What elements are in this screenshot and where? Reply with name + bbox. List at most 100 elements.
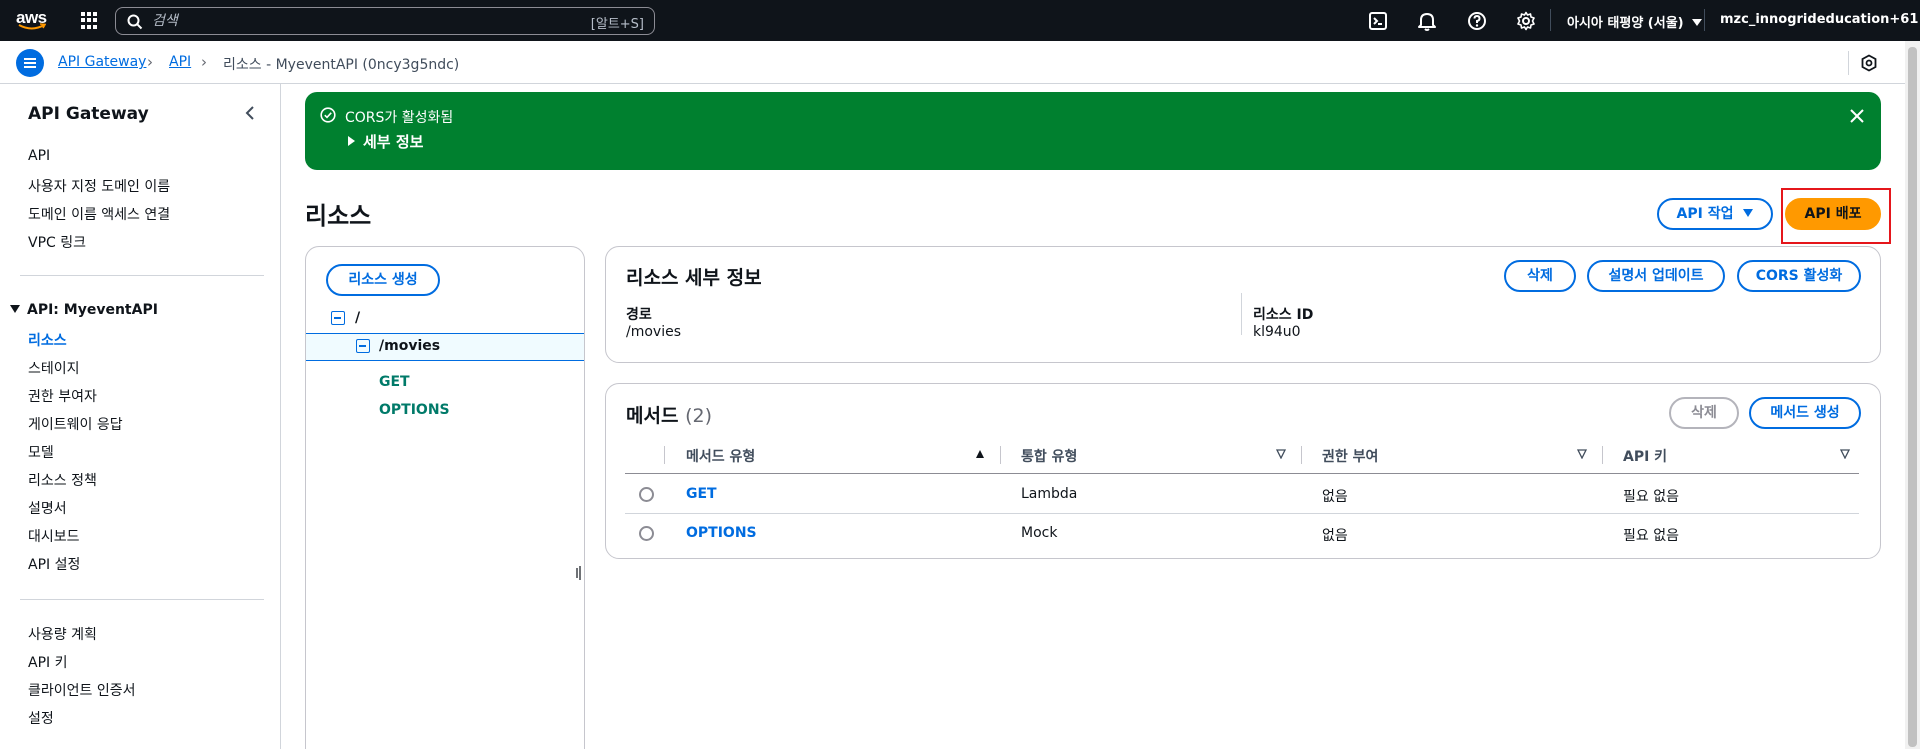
method-link-options[interactable]: OPTIONS — [686, 525, 757, 541]
sidebar-item-custom-domain[interactable]: 사용자 지정 도메인 이름 — [28, 176, 170, 196]
create-method-button[interactable]: 메서드 생성 — [1749, 397, 1861, 429]
cloudshell-icon[interactable] — [1368, 11, 1388, 31]
collapse-node-icon[interactable] — [356, 339, 370, 353]
close-icon[interactable] — [1848, 107, 1866, 125]
info-panel-icon[interactable] — [1860, 54, 1878, 72]
region-label: 아시아 태평양 (서울) — [1567, 16, 1684, 31]
table-row-divider — [625, 513, 1859, 514]
success-flash-banner: CORS가 활성화됨 세부 정보 — [305, 92, 1881, 170]
side-navigation: API Gateway API 사용자 지정 도메인 이름 도메인 이름 액세스… — [0, 84, 281, 749]
search-box[interactable]: [알트+S] — [115, 7, 655, 35]
tree-method-get[interactable]: GET — [379, 374, 410, 390]
column-header-authorization[interactable]: 권한 부여 — [1322, 446, 1378, 466]
account-label: mzc_innogrideducation+61 — [1720, 12, 1919, 27]
table-cell-api-key: 필요 없음 — [1623, 528, 1679, 544]
methods-card: 메서드 (2) 삭제 메서드 생성 — [605, 383, 1881, 559]
sidebar-api-section[interactable]: API: MyeventAPI — [10, 302, 158, 318]
sidebar-item-dashboard[interactable]: 대시보드 — [28, 526, 80, 546]
tree-node-movies[interactable]: /movies — [306, 333, 584, 361]
tree-node-root[interactable]: / — [306, 305, 584, 333]
column-separator — [1602, 446, 1603, 464]
notifications-bell-icon[interactable] — [1417, 11, 1437, 31]
page-scrollbar[interactable] — [1905, 41, 1920, 749]
delete-method-button[interactable]: 삭제 — [1669, 397, 1739, 429]
breadcrumb-api[interactable]: API — [169, 54, 191, 70]
sidebar-item-resources[interactable]: 리소스 — [28, 330, 67, 350]
table-header-divider — [625, 473, 1859, 474]
panel-resize-handle-icon[interactable] — [575, 566, 583, 580]
sidebar-item-resource-policy[interactable]: 리소스 정책 — [28, 470, 97, 490]
sidebar-section-label: API: MyeventAPI — [27, 302, 158, 318]
breadcrumb-bar: API Gateway › API › 리소스 - MyeventAPI (0n… — [0, 41, 1905, 84]
breadcrumb-api-gateway[interactable]: API Gateway — [58, 54, 146, 70]
sidebar-item-settings[interactable]: 설정 — [28, 708, 54, 728]
sidebar-item-authorizers[interactable]: 권한 부여자 — [28, 386, 97, 406]
sidebar-item-usage-plans[interactable]: 사용량 계획 — [28, 624, 97, 644]
aws-logo[interactable]: aws — [16, 8, 50, 33]
sidebar-item-api-settings[interactable]: API 설정 — [28, 554, 80, 574]
delete-resource-button[interactable]: 삭제 — [1504, 260, 1576, 292]
update-documentation-button[interactable]: 설명서 업데이트 — [1587, 260, 1725, 292]
help-icon[interactable] — [1467, 11, 1487, 31]
sidebar-item-api-keys[interactable]: API 키 — [28, 652, 67, 672]
enable-cors-button[interactable]: CORS 활성화 — [1737, 260, 1861, 292]
region-selector[interactable]: 아시아 태평양 (서울) — [1567, 12, 1702, 31]
sidebar-item-api[interactable]: API — [28, 148, 50, 164]
sidebar-title[interactable]: API Gateway — [28, 104, 149, 124]
resource-tree-panel: 리소스 생성 / /movies GET OPTIONS — [305, 246, 585, 749]
sidebar-divider — [20, 275, 264, 276]
search-input[interactable] — [152, 11, 532, 31]
table-cell-authorization: 없음 — [1322, 489, 1348, 505]
scrollbar-thumb[interactable] — [1908, 47, 1917, 747]
column-divider — [1241, 293, 1242, 335]
divider — [1848, 51, 1849, 75]
create-resource-button[interactable]: 리소스 생성 — [326, 264, 440, 296]
sidebar-item-client-certificates[interactable]: 클라이언트 인증서 — [28, 680, 136, 700]
sort-icon[interactable] — [1577, 449, 1587, 459]
sort-icon[interactable] — [1276, 449, 1286, 459]
breadcrumb-current: 리소스 - MyeventAPI (0ncy3g5ndc) — [223, 57, 460, 73]
sidebar-item-stages[interactable]: 스테이지 — [28, 358, 80, 378]
tree-method-options[interactable]: OPTIONS — [379, 402, 450, 418]
resource-id-value: kl94u0 — [1253, 324, 1301, 340]
sidebar-item-documentation[interactable]: 설명서 — [28, 498, 67, 518]
methods-title-text: 메서드 — [626, 405, 679, 427]
table-cell-integration: Mock — [1021, 525, 1058, 541]
sidebar-item-models[interactable]: 모델 — [28, 442, 54, 462]
search-shortcut-hint: [알트+S] — [590, 17, 644, 32]
page-title: 리소스 — [305, 202, 372, 230]
nav-divider — [1550, 9, 1551, 31]
services-grid-icon[interactable] — [81, 12, 98, 29]
sidebar-item-gateway-responses[interactable]: 게이트웨이 응답 — [28, 414, 123, 434]
breadcrumb-separator-icon: › — [147, 53, 153, 71]
caret-down-icon — [1743, 209, 1754, 217]
column-separator — [1301, 446, 1302, 464]
settings-gear-icon[interactable] — [1516, 11, 1536, 31]
side-menu-button[interactable] — [16, 49, 44, 77]
account-menu[interactable]: mzc_innogrideducation+61 — [1720, 12, 1920, 27]
sort-ascending-icon[interactable] — [975, 449, 985, 459]
tree-node-label: /movies — [379, 338, 441, 354]
flash-message: CORS가 활성화됨 — [345, 110, 454, 126]
deploy-api-button[interactable]: API 배포 — [1785, 198, 1881, 230]
region-caret-icon — [1691, 19, 1702, 26]
resource-details-card: 리소스 세부 정보 삭제 설명서 업데이트 CORS 활성화 경로 /movie… — [605, 246, 1881, 363]
status-success-icon — [320, 107, 336, 123]
column-header-integration-type[interactable]: 통합 유형 — [1021, 446, 1077, 466]
row-select-radio[interactable] — [639, 526, 654, 541]
flash-details-toggle[interactable]: 세부 정보 — [348, 131, 423, 152]
sidebar-item-domain-access[interactable]: 도메인 이름 액세스 연결 — [28, 204, 170, 224]
column-separator — [664, 446, 665, 464]
resource-id-label: 리소스 ID — [1253, 307, 1314, 323]
sidebar-item-vpc-link[interactable]: VPC 링크 — [28, 232, 86, 252]
row-select-radio[interactable] — [639, 487, 654, 502]
collapse-node-icon[interactable] — [331, 311, 345, 325]
tree-node-label: / — [355, 310, 361, 326]
api-actions-button[interactable]: API 작업 — [1657, 198, 1773, 230]
collapse-sidebar-icon[interactable] — [243, 104, 257, 122]
method-link-get[interactable]: GET — [686, 486, 717, 502]
column-header-api-key[interactable]: API 키 — [1623, 446, 1667, 466]
sort-icon[interactable] — [1840, 449, 1850, 459]
column-header-method-type[interactable]: 메서드 유형 — [686, 446, 755, 466]
nav-divider — [1704, 9, 1705, 31]
